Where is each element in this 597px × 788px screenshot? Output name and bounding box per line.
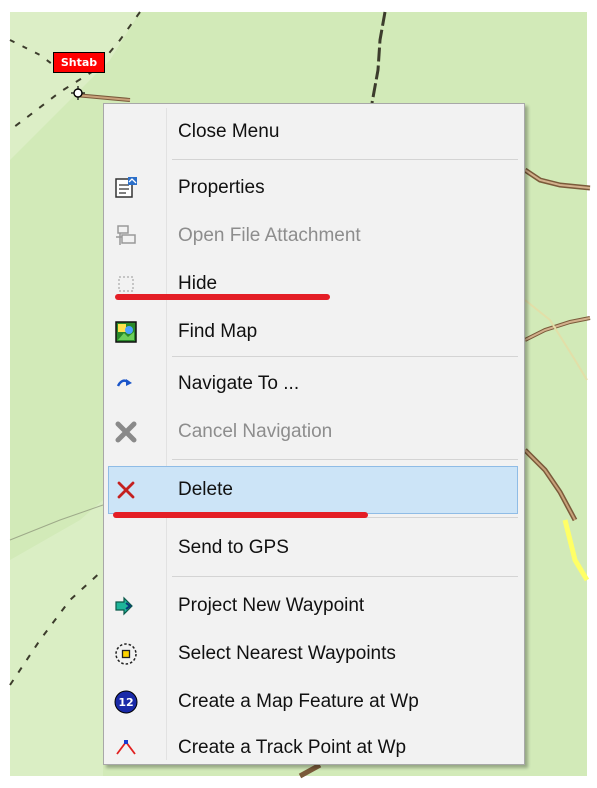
find-map-icon: [115, 321, 137, 343]
menu-item-label: Properties: [178, 177, 265, 198]
menu-separator: [172, 159, 518, 160]
properties-icon: [115, 177, 137, 198]
menu-item-label: Navigate To ...: [178, 373, 300, 394]
menu-item-label: Close Menu: [178, 121, 280, 142]
svg-text:12: 12: [118, 696, 133, 709]
annotation-underline-hide: [115, 294, 330, 300]
menu-item-label: Find Map: [178, 321, 258, 342]
track-point-icon: [116, 740, 136, 755]
menu-item-navigate-to[interactable]: Navigate To ...: [104, 360, 524, 408]
waypoint-pin-icon[interactable]: [71, 86, 85, 100]
menu-item-label: Send to GPS: [178, 537, 289, 558]
cancel-navigation-icon: [115, 421, 137, 443]
menu-item-project-new-waypoint[interactable]: Project New Waypoint: [104, 582, 524, 630]
menu-item-label: Create a Track Point at Wp: [178, 737, 407, 758]
menu-item-label: Project New Waypoint: [178, 595, 365, 616]
menu-item-label: Select Nearest Waypoints: [178, 643, 396, 664]
menu-item-find-map[interactable]: Find Map: [104, 308, 524, 356]
delete-icon: [117, 481, 135, 499]
menu-separator: [172, 356, 518, 357]
menu-item-select-nearest-waypoints[interactable]: Select Nearest Waypoints: [104, 630, 524, 678]
annotation-underline-delete: [113, 512, 368, 518]
context-menu: Close Menu Properties Open File Attachme…: [103, 103, 525, 765]
menu-item-label: Open File Attachment: [178, 225, 361, 246]
menu-item-send-to-gps[interactable]: Send to GPS: [104, 524, 524, 572]
menu-item-label: Create a Map Feature at Wp: [178, 691, 419, 712]
menu-item-open-file-attachment[interactable]: Open File Attachment: [104, 212, 524, 260]
menu-separator: [172, 459, 518, 460]
select-nearest-icon: [115, 643, 137, 665]
waypoint-label[interactable]: Shtab: [53, 52, 105, 73]
menu-item-hide[interactable]: Hide: [104, 260, 524, 308]
menu-item-close-menu[interactable]: Close Menu: [104, 108, 524, 156]
menu-item-properties[interactable]: Properties: [104, 164, 524, 212]
project-waypoint-icon: [115, 596, 133, 616]
menu-separator: [172, 576, 518, 577]
menu-item-label: Hide: [178, 273, 218, 294]
attachment-icon: [116, 225, 136, 245]
menu-item-label: Delete: [178, 479, 233, 500]
menu-item-delete[interactable]: Delete: [108, 466, 518, 514]
navigate-icon: [116, 379, 132, 387]
hide-icon: [118, 276, 134, 292]
map-feature-icon: 12: [114, 690, 138, 714]
menu-item-label: Cancel Navigation: [178, 421, 333, 442]
menu-item-cancel-navigation[interactable]: Cancel Navigation: [104, 408, 524, 456]
menu-item-create-track-point[interactable]: Create a Track Point at Wp: [104, 724, 524, 772]
menu-item-create-map-feature[interactable]: 12 Create a Map Feature at Wp: [104, 678, 524, 726]
